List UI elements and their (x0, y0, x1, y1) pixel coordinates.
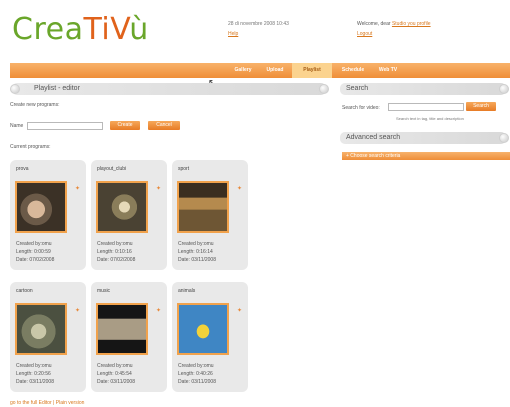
advanced-title-text: Advanced search (346, 134, 401, 141)
nav-gallery[interactable]: Gallery (228, 63, 258, 78)
logo-part-crea: Crea (12, 12, 84, 47)
welcome-prefix: Welcome, dear (357, 21, 391, 27)
program-card[interactable]: music ✦ Created by:omu Length: 0:45:54 D… (91, 282, 167, 392)
program-title: playout_clubi (97, 166, 127, 172)
cancel-button[interactable]: Cancel (148, 121, 180, 130)
search-input[interactable] (388, 103, 464, 111)
search-help-text: Search text in tag, title and descriptio… (396, 116, 464, 121)
current-programs-label: Current programs: (10, 144, 51, 150)
nav-schedule[interactable]: Schedule (336, 63, 370, 78)
search-label: Search for video: (342, 105, 380, 111)
user-profile-link[interactable]: Studio you profile (392, 21, 431, 27)
logout-link[interactable]: Logout (357, 31, 372, 37)
program-title: animals (178, 288, 196, 294)
created-by: Created by:omu (16, 241, 52, 247)
program-thumbnail[interactable] (15, 303, 67, 355)
program-date: Date: 03/11/2008 (178, 379, 216, 385)
created-by: Created by:omu (178, 241, 214, 247)
program-thumbnail[interactable] (96, 181, 148, 233)
favorite-icon[interactable]: ✦ (237, 185, 242, 192)
program-title: prova (16, 166, 29, 172)
editor-panel-title: Playlist - editor (10, 83, 329, 95)
welcome-text: Welcome, dear Studio you profile (357, 21, 431, 27)
program-card[interactable]: playout_clubi ✦ Created by:omu Length: 0… (91, 160, 167, 270)
created-by: Created by:omu (16, 363, 52, 369)
program-title: music (97, 288, 111, 294)
panel-end-icon (319, 84, 329, 94)
nav-upload[interactable]: Upload (260, 63, 290, 78)
search-button[interactable]: Search (466, 102, 496, 111)
favorite-icon[interactable]: ✦ (156, 307, 161, 314)
create-programs-label: Create new programs: (10, 102, 60, 108)
program-title: sport (178, 166, 190, 172)
program-thumbnail[interactable] (96, 303, 148, 355)
program-date: Date: 07/02/2008 (97, 257, 136, 263)
program-thumbnail[interactable] (15, 181, 67, 233)
program-thumbnail[interactable] (177, 181, 229, 233)
header-date: 28 di novembre 2008 10:43 (228, 21, 289, 27)
program-length: Length: 0:40:26 (178, 371, 213, 377)
logo-part-u: ù (129, 12, 149, 47)
program-date: Date: 03/11/2008 (16, 379, 54, 385)
program-card[interactable]: sport ✦ Created by:omu Length: 0:16:14 D… (172, 160, 248, 270)
create-button[interactable]: Create (110, 121, 140, 130)
footer-links[interactable]: go to the full Editor | Plain version (10, 400, 84, 406)
favorite-icon[interactable]: ✦ (75, 307, 80, 314)
created-by: Created by:omu (97, 363, 133, 369)
search-panel-title: Search (340, 83, 509, 95)
program-length: Length: 0:00:59 (16, 249, 51, 255)
program-name-input[interactable] (27, 122, 103, 130)
header-help-link[interactable]: Help (228, 31, 238, 37)
created-by: Created by:omu (178, 363, 214, 369)
favorite-icon[interactable]: ✦ (156, 185, 161, 192)
program-date: Date: 03/11/2008 (178, 257, 216, 263)
panel-end-icon (499, 84, 509, 94)
program-thumbnail[interactable] (177, 303, 229, 355)
logo-part-tiv: TiV (83, 12, 130, 47)
program-date: Date: 03/11/2008 (97, 379, 135, 385)
program-title: cartoon (16, 288, 33, 294)
program-length: Length: 0:20:56 (16, 371, 51, 377)
advanced-criteria-toggle[interactable]: + Choose search criteria (342, 152, 510, 160)
main-nav: Gallery Upload Playlist Schedule Web TV (10, 63, 510, 78)
program-length: Length: 0:16:14 (178, 249, 213, 255)
program-card[interactable]: animals ✦ Created by:omu Length: 0:40:26… (172, 282, 248, 392)
name-label: Name (10, 123, 24, 129)
panel-bullet-icon (10, 84, 20, 94)
nav-webtv[interactable]: Web TV (372, 63, 404, 78)
favorite-icon[interactable]: ✦ (75, 185, 80, 192)
program-card[interactable]: cartoon ✦ Created by:omu Length: 0:20:56… (10, 282, 86, 392)
panel-end-icon (499, 133, 509, 143)
site-logo[interactable]: CreaTiVù (12, 12, 149, 47)
favorite-icon[interactable]: ✦ (237, 307, 242, 314)
search-title-text: Search (346, 85, 369, 92)
created-by: Created by:omu (97, 241, 133, 247)
editor-title-text: Playlist - editor (34, 85, 80, 92)
nav-playlist[interactable]: Playlist (292, 63, 332, 78)
program-length: Length: 0:45:54 (97, 371, 132, 377)
advanced-search-title: Advanced search (340, 132, 509, 144)
program-length: Length: 0:10:16 (97, 249, 132, 255)
program-card[interactable]: prova ✦ Created by:omu Length: 0:00:59 D… (10, 160, 86, 270)
program-date: Date: 07/02/2008 (16, 257, 55, 263)
